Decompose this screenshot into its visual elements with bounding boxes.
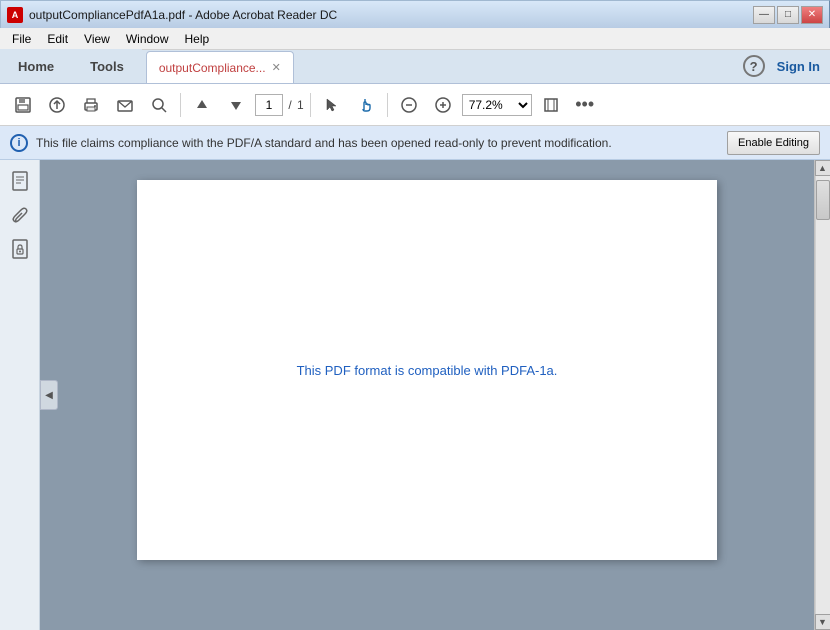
next-page-icon — [229, 98, 243, 112]
prev-page-button[interactable] — [187, 90, 217, 120]
pdf-page: This PDF format is compatible with PDFA-… — [137, 180, 717, 560]
upload-icon — [48, 96, 66, 114]
search-button[interactable] — [144, 90, 174, 120]
menu-help[interactable]: Help — [177, 30, 218, 48]
zoom-in-icon — [434, 96, 452, 114]
zoom-out-icon — [400, 96, 418, 114]
security-button[interactable] — [6, 236, 34, 264]
info-icon: i — [10, 134, 28, 152]
page-thumbnail-button[interactable] — [6, 168, 34, 196]
toolbar-separator-2 — [310, 93, 311, 117]
next-page-button[interactable] — [221, 90, 251, 120]
notification-message: This file claims compliance with the PDF… — [36, 136, 719, 150]
vertical-scrollbar[interactable]: ▲ ▼ — [814, 160, 830, 630]
tab-bar-right: ? Sign In — [743, 49, 830, 83]
scroll-down-button[interactable]: ▼ — [815, 614, 830, 630]
menu-edit[interactable]: Edit — [39, 30, 76, 48]
panel-toggle-button[interactable]: ◀ — [40, 380, 58, 410]
pdf-content-text: This PDF format is compatible with PDFA-… — [297, 363, 558, 378]
email-icon — [116, 96, 134, 114]
zoom-select[interactable]: 77.2% 50% 75% 100% 125% 150% — [462, 94, 532, 116]
title-bar-text: outputCompliancePdfA1a.pdf - Adobe Acrob… — [29, 8, 337, 22]
help-button[interactable]: ? — [743, 55, 765, 77]
pdf-area[interactable]: ◀ This PDF format is compatible with PDF… — [40, 160, 814, 630]
title-bar: A outputCompliancePdfA1a.pdf - Adobe Acr… — [0, 0, 830, 28]
print-button[interactable] — [76, 90, 106, 120]
zoom-out-button[interactable] — [394, 90, 424, 120]
fit-icon — [542, 96, 560, 114]
select-icon — [324, 97, 340, 113]
page-total: 1 — [297, 98, 304, 112]
left-sidebar — [0, 160, 40, 630]
maximize-button[interactable]: □ — [777, 6, 799, 24]
save-button[interactable] — [8, 90, 38, 120]
toolbar-separator-3 — [387, 93, 388, 117]
more-tools-button[interactable]: ••• — [570, 90, 600, 120]
scroll-track[interactable] — [815, 176, 830, 614]
toolbar: / 1 77.2% 50% 75% 100% 125% 150% — [0, 84, 830, 126]
tab-document-label: outputCompliance... — [159, 61, 266, 75]
attachment-button[interactable] — [6, 202, 34, 230]
save-icon — [14, 96, 32, 114]
title-bar-controls[interactable]: — □ ✕ — [753, 6, 823, 24]
print-icon — [82, 96, 100, 114]
page-input[interactable] — [255, 94, 283, 116]
page-navigation: / 1 — [255, 94, 304, 116]
tab-document[interactable]: outputCompliance... ✕ — [146, 51, 294, 83]
menu-window[interactable]: Window — [118, 30, 177, 48]
document-lock-icon — [10, 239, 30, 261]
toolbar-separator-1 — [180, 93, 181, 117]
chevron-left-icon: ◀ — [45, 390, 53, 401]
tab-close-button[interactable]: ✕ — [272, 61, 281, 74]
main-area: ◀ This PDF format is compatible with PDF… — [0, 160, 830, 630]
zoom-in-button[interactable] — [428, 90, 458, 120]
scroll-thumb[interactable] — [816, 180, 830, 220]
menu-file[interactable]: File — [4, 30, 39, 48]
app-icon: A — [7, 7, 23, 23]
select-tool-button[interactable] — [317, 90, 347, 120]
attachment-icon — [10, 205, 30, 227]
notification-bar: i This file claims compliance with the P… — [0, 126, 830, 160]
prev-page-icon — [195, 98, 209, 112]
close-button[interactable]: ✕ — [801, 6, 823, 24]
minimize-button[interactable]: — — [753, 6, 775, 24]
more-icon: ••• — [575, 94, 594, 115]
page-separator: / — [285, 98, 295, 112]
hand-tool-button[interactable] — [351, 90, 381, 120]
scroll-up-button[interactable]: ▲ — [815, 160, 830, 176]
enable-editing-button[interactable]: Enable Editing — [727, 131, 820, 155]
title-bar-left: A outputCompliancePdfA1a.pdf - Adobe Acr… — [7, 7, 337, 23]
email-button[interactable] — [110, 90, 140, 120]
menu-view[interactable]: View — [76, 30, 118, 48]
sign-in-button[interactable]: Sign In — [777, 59, 820, 74]
upload-button[interactable] — [42, 90, 72, 120]
tab-tools[interactable]: Tools — [72, 49, 142, 83]
tab-home[interactable]: Home — [0, 49, 72, 83]
fit-page-button[interactable] — [536, 90, 566, 120]
search-icon — [150, 96, 168, 114]
tab-bar: Home Tools outputCompliance... ✕ ? Sign … — [0, 50, 830, 84]
hand-icon — [357, 96, 375, 114]
menu-bar: File Edit View Window Help — [0, 28, 830, 50]
page-thumbnail-icon — [10, 171, 30, 193]
